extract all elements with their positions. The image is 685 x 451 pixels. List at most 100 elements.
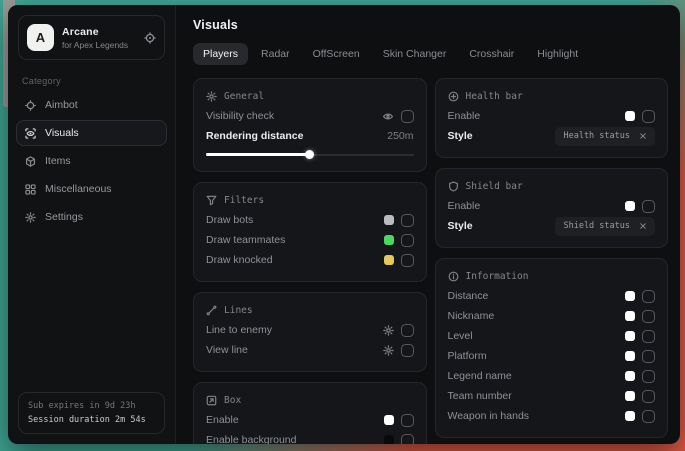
panel-title: Box xyxy=(224,395,241,406)
checkbox[interactable] xyxy=(401,254,414,267)
checkbox[interactable] xyxy=(642,350,655,363)
checkbox[interactable] xyxy=(401,110,414,123)
checkbox[interactable] xyxy=(642,390,655,403)
setting-label: Visibility check xyxy=(206,110,274,122)
color-swatch[interactable] xyxy=(625,331,635,341)
tab-players[interactable]: Players xyxy=(193,43,248,65)
target-icon[interactable] xyxy=(144,32,156,44)
setting-row-weapon-in-hands: Weapon in hands xyxy=(448,406,656,426)
color-swatch[interactable] xyxy=(625,411,635,421)
setting-label: Rendering distance xyxy=(206,130,303,142)
main-content: Visuals PlayersRadarOffScreenSkin Change… xyxy=(176,5,680,444)
setting-row-team-number: Team number xyxy=(448,386,656,406)
setting-label: Enable xyxy=(206,414,239,426)
style-select[interactable]: Health status xyxy=(555,127,655,146)
checkbox[interactable] xyxy=(401,234,414,247)
setting-row-view-line: View line xyxy=(206,340,414,360)
panel-title: General xyxy=(224,91,264,102)
setting-row-enable-background: Enable background xyxy=(206,430,414,444)
sidebar-item-label: Aimbot xyxy=(45,99,78,111)
setting-label: Draw bots xyxy=(206,214,253,226)
color-swatch[interactable] xyxy=(384,215,394,225)
checkbox[interactable] xyxy=(642,290,655,303)
checkbox[interactable] xyxy=(642,330,655,343)
row-controls xyxy=(384,414,414,427)
tab-skin-changer[interactable]: Skin Changer xyxy=(373,43,457,65)
box-icon xyxy=(206,395,217,406)
remove-tag-icon[interactable] xyxy=(639,222,647,230)
row-controls xyxy=(625,390,655,403)
color-swatch[interactable] xyxy=(625,371,635,381)
setting-label: Draw knocked xyxy=(206,254,273,266)
panel-shield-bar: Shield barEnableStyleShield status xyxy=(435,168,669,248)
checkbox[interactable] xyxy=(401,414,414,427)
setting-row-legend-name: Legend name xyxy=(448,366,656,386)
slider-handle[interactable] xyxy=(305,150,314,159)
slider-fill xyxy=(206,153,310,156)
color-swatch[interactable] xyxy=(625,351,635,361)
remove-tag-icon[interactable] xyxy=(639,132,647,140)
color-swatch[interactable] xyxy=(625,201,635,211)
sidebar-item-items[interactable]: Items xyxy=(16,148,167,174)
checkbox[interactable] xyxy=(642,110,655,123)
sidebar-item-settings[interactable]: Settings xyxy=(16,204,167,230)
color-swatch[interactable] xyxy=(384,415,394,425)
funnel-icon xyxy=(206,195,217,206)
category-label: Category xyxy=(22,76,161,86)
sidebar: A Arcane for Apex Legends Category Aimbo… xyxy=(8,5,176,444)
sidebar-item-label: Settings xyxy=(45,211,83,223)
panel-title: Filters xyxy=(224,195,264,206)
checkbox[interactable] xyxy=(642,370,655,383)
checkbox[interactable] xyxy=(642,310,655,323)
color-swatch[interactable] xyxy=(625,291,635,301)
package-icon xyxy=(25,156,36,167)
sidebar-item-visuals[interactable]: Visuals xyxy=(16,120,167,146)
row-controls xyxy=(625,370,655,383)
color-swatch[interactable] xyxy=(625,111,635,121)
sidebar-item-label: Visuals xyxy=(45,127,79,139)
row-controls xyxy=(382,110,414,123)
gear-icon[interactable] xyxy=(383,345,394,356)
checkbox[interactable] xyxy=(642,200,655,213)
style-tag: Shield status xyxy=(563,221,630,231)
setting-value: 250m xyxy=(387,130,413,142)
setting-row-visibility-check: Visibility check xyxy=(206,106,414,126)
left-column: General Visibility check Rendering distanc… xyxy=(193,78,427,444)
sidebar-item-miscellaneous[interactable]: Miscellaneous xyxy=(16,176,167,202)
tab-bar: PlayersRadarOffScreenSkin ChangerCrossha… xyxy=(193,43,668,65)
health-icon xyxy=(448,91,459,102)
sidebar-item-aimbot[interactable]: Aimbot xyxy=(16,92,167,118)
tab-offscreen[interactable]: OffScreen xyxy=(303,43,370,65)
gear-icon[interactable] xyxy=(383,325,394,336)
app-header-card: A Arcane for Apex Legends xyxy=(18,15,165,60)
tab-highlight[interactable]: Highlight xyxy=(527,43,588,65)
color-swatch[interactable] xyxy=(625,391,635,401)
eye-icon[interactable] xyxy=(382,111,394,122)
row-controls xyxy=(384,254,414,267)
[object Object]-slider[interactable] xyxy=(206,149,414,160)
style-select[interactable]: Shield status xyxy=(555,217,655,236)
subscription-card: Sub expires in 9d 23h Session duration 2… xyxy=(18,392,165,434)
setting-label: Distance xyxy=(448,290,489,302)
color-swatch[interactable] xyxy=(625,311,635,321)
setting-row-enable: Enable xyxy=(448,196,656,216)
tab-crosshair[interactable]: Crosshair xyxy=(459,43,524,65)
sidebar-item-label: Miscellaneous xyxy=(45,183,112,195)
sub-expiry-text: Sub expires in 9d 23h xyxy=(28,401,155,411)
app-meta: Arcane for Apex Legends xyxy=(62,26,128,50)
checkbox[interactable] xyxy=(401,324,414,337)
checkbox[interactable] xyxy=(401,434,414,445)
panel-health-bar: Health barEnableStyleHealth status xyxy=(435,78,669,158)
setting-label: Enable xyxy=(448,200,481,212)
color-swatch[interactable] xyxy=(384,435,394,444)
color-swatch[interactable] xyxy=(384,255,394,265)
setting-row-rendering-distance: Rendering distance 250m xyxy=(206,126,414,146)
line-diagonal-icon xyxy=(206,305,217,316)
setting-label: Line to enemy xyxy=(206,324,272,336)
tab-radar[interactable]: Radar xyxy=(251,43,300,65)
checkbox[interactable] xyxy=(642,410,655,423)
color-swatch[interactable] xyxy=(384,235,394,245)
setting-label: Draw teammates xyxy=(206,234,285,246)
checkbox[interactable] xyxy=(401,344,414,357)
checkbox[interactable] xyxy=(401,214,414,227)
